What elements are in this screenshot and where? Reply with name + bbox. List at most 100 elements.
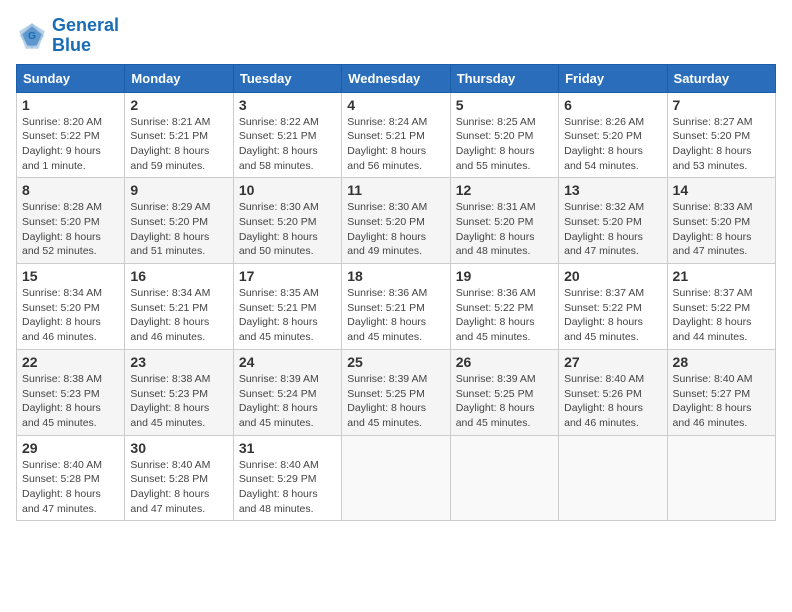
calendar-cell: 3 Sunrise: 8:22 AMSunset: 5:21 PMDaylight… bbox=[233, 92, 341, 178]
svg-text:G: G bbox=[28, 31, 36, 42]
day-info: Sunrise: 8:31 AMSunset: 5:20 PMDaylight:… bbox=[456, 200, 553, 259]
day-info: Sunrise: 8:40 AMSunset: 5:28 PMDaylight:… bbox=[130, 458, 227, 517]
calendar-cell: 26Sunrise: 8:39 AMSunset: 5:25 PMDayligh… bbox=[450, 349, 558, 435]
day-info: Sunrise: 8:30 AMSunset: 5:20 PMDaylight:… bbox=[239, 200, 336, 259]
day-number: 10 bbox=[239, 182, 336, 198]
day-info: Sunrise: 8:38 AMSunset: 5:23 PMDaylight:… bbox=[22, 372, 119, 431]
day-info: Sunrise: 8:36 AMSunset: 5:22 PMDaylight:… bbox=[456, 286, 553, 345]
day-number: 30 bbox=[130, 440, 227, 456]
day-number: 14 bbox=[673, 182, 770, 198]
day-info: Sunrise: 8:27 AMSunset: 5:20 PMDaylight:… bbox=[673, 115, 770, 174]
calendar-cell: 14 Sunrise: 8:33 AMSunset: 5:20 PMDayligh… bbox=[667, 178, 775, 264]
day-info: Sunrise: 8:40 AMSunset: 5:28 PMDaylight:… bbox=[22, 458, 119, 517]
calendar-cell: 21Sunrise: 8:37 AMSunset: 5:22 PMDayligh… bbox=[667, 264, 775, 350]
calendar-cell: 17 Sunrise: 8:35 AMSunset: 5:21 PMDayligh… bbox=[233, 264, 341, 350]
day-info: Sunrise: 8:37 AMSunset: 5:22 PMDaylight:… bbox=[564, 286, 661, 345]
day-number: 22 bbox=[22, 354, 119, 370]
calendar-cell: 29 Sunrise: 8:40 AMSunset: 5:28 PMDayligh… bbox=[17, 435, 125, 521]
calendar-cell: 1Sunrise: 8:20 AMSunset: 5:22 PMDaylight… bbox=[17, 92, 125, 178]
day-number: 31 bbox=[239, 440, 336, 456]
day-info: Sunrise: 8:40 AMSunset: 5:26 PMDaylight:… bbox=[564, 372, 661, 431]
day-number: 7 bbox=[673, 97, 770, 113]
day-number: 16 bbox=[130, 268, 227, 284]
day-number: 18 bbox=[347, 268, 444, 284]
day-info: Sunrise: 8:34 AMSunset: 5:20 PMDaylight:… bbox=[22, 286, 119, 345]
day-info: Sunrise: 8:30 AMSunset: 5:20 PMDaylight:… bbox=[347, 200, 444, 259]
day-info: Sunrise: 8:39 AMSunset: 5:25 PMDaylight:… bbox=[456, 372, 553, 431]
day-info: Sunrise: 8:39 AMSunset: 5:25 PMDaylight:… bbox=[347, 372, 444, 431]
day-number: 29 bbox=[22, 440, 119, 456]
calendar-table: SundayMondayTuesdayWednesdayThursdayFrid… bbox=[16, 64, 776, 522]
calendar-cell: 8 Sunrise: 8:28 AMSunset: 5:20 PMDaylight… bbox=[17, 178, 125, 264]
day-info: Sunrise: 8:32 AMSunset: 5:20 PMDaylight:… bbox=[564, 200, 661, 259]
logo: G General Blue bbox=[16, 16, 119, 56]
calendar-cell: 27 Sunrise: 8:40 AMSunset: 5:26 PMDayligh… bbox=[559, 349, 667, 435]
day-number: 20 bbox=[564, 268, 661, 284]
day-number: 28 bbox=[673, 354, 770, 370]
day-number: 4 bbox=[347, 97, 444, 113]
calendar-cell: 13 Sunrise: 8:32 AMSunset: 5:20 PMDayligh… bbox=[559, 178, 667, 264]
calendar-week-row: 1Sunrise: 8:20 AMSunset: 5:22 PMDaylight… bbox=[17, 92, 776, 178]
calendar-cell: 2 Sunrise: 8:21 AMSunset: 5:21 PMDaylight… bbox=[125, 92, 233, 178]
day-info: Sunrise: 8:33 AMSunset: 5:20 PMDaylight:… bbox=[673, 200, 770, 259]
calendar-cell: 25 Sunrise: 8:39 AMSunset: 5:25 PMDayligh… bbox=[342, 349, 450, 435]
calendar-cell: 28Sunrise: 8:40 AMSunset: 5:27 PMDayligh… bbox=[667, 349, 775, 435]
logo-icon: G bbox=[16, 20, 48, 52]
day-number: 9 bbox=[130, 182, 227, 198]
day-number: 6 bbox=[564, 97, 661, 113]
day-number: 11 bbox=[347, 182, 444, 198]
day-info: Sunrise: 8:28 AMSunset: 5:20 PMDaylight:… bbox=[22, 200, 119, 259]
header-day-saturday: Saturday bbox=[667, 64, 775, 92]
day-number: 19 bbox=[456, 268, 553, 284]
calendar-cell bbox=[559, 435, 667, 521]
day-info: Sunrise: 8:26 AMSunset: 5:20 PMDaylight:… bbox=[564, 115, 661, 174]
day-number: 8 bbox=[22, 182, 119, 198]
header-day-thursday: Thursday bbox=[450, 64, 558, 92]
calendar-cell: 7 Sunrise: 8:27 AMSunset: 5:20 PMDaylight… bbox=[667, 92, 775, 178]
header-day-wednesday: Wednesday bbox=[342, 64, 450, 92]
day-info: Sunrise: 8:22 AMSunset: 5:21 PMDaylight:… bbox=[239, 115, 336, 174]
calendar-cell bbox=[342, 435, 450, 521]
calendar-cell: 6 Sunrise: 8:26 AMSunset: 5:20 PMDaylight… bbox=[559, 92, 667, 178]
page-header: G General Blue bbox=[16, 16, 776, 56]
day-number: 24 bbox=[239, 354, 336, 370]
calendar-cell: 22 Sunrise: 8:38 AMSunset: 5:23 PMDayligh… bbox=[17, 349, 125, 435]
header-day-sunday: Sunday bbox=[17, 64, 125, 92]
calendar-cell bbox=[450, 435, 558, 521]
calendar-cell: 9 Sunrise: 8:29 AMSunset: 5:20 PMDaylight… bbox=[125, 178, 233, 264]
calendar-cell: 18 Sunrise: 8:36 AMSunset: 5:21 PMDayligh… bbox=[342, 264, 450, 350]
calendar-cell bbox=[667, 435, 775, 521]
header-day-tuesday: Tuesday bbox=[233, 64, 341, 92]
calendar-cell: 23Sunrise: 8:38 AMSunset: 5:23 PMDayligh… bbox=[125, 349, 233, 435]
calendar-week-row: 8 Sunrise: 8:28 AMSunset: 5:20 PMDaylight… bbox=[17, 178, 776, 264]
calendar-cell: 12 Sunrise: 8:31 AMSunset: 5:20 PMDayligh… bbox=[450, 178, 558, 264]
day-number: 15 bbox=[22, 268, 119, 284]
day-info: Sunrise: 8:37 AMSunset: 5:22 PMDaylight:… bbox=[673, 286, 770, 345]
day-info: Sunrise: 8:35 AMSunset: 5:21 PMDaylight:… bbox=[239, 286, 336, 345]
day-number: 2 bbox=[130, 97, 227, 113]
days-header-row: SundayMondayTuesdayWednesdayThursdayFrid… bbox=[17, 64, 776, 92]
day-number: 12 bbox=[456, 182, 553, 198]
day-number: 17 bbox=[239, 268, 336, 284]
day-number: 3 bbox=[239, 97, 336, 113]
day-number: 25 bbox=[347, 354, 444, 370]
calendar-week-row: 29 Sunrise: 8:40 AMSunset: 5:28 PMDayligh… bbox=[17, 435, 776, 521]
day-number: 5 bbox=[456, 97, 553, 113]
calendar-cell: 10 Sunrise: 8:30 AMSunset: 5:20 PMDayligh… bbox=[233, 178, 341, 264]
calendar-cell: 15 Sunrise: 8:34 AMSunset: 5:20 PMDayligh… bbox=[17, 264, 125, 350]
day-number: 27 bbox=[564, 354, 661, 370]
calendar-cell: 19 Sunrise: 8:36 AMSunset: 5:22 PMDayligh… bbox=[450, 264, 558, 350]
day-info: Sunrise: 8:24 AMSunset: 5:21 PMDaylight:… bbox=[347, 115, 444, 174]
calendar-cell: 20 Sunrise: 8:37 AMSunset: 5:22 PMDayligh… bbox=[559, 264, 667, 350]
day-number: 1 bbox=[22, 97, 119, 113]
calendar-cell: 16Sunrise: 8:34 AMSunset: 5:21 PMDayligh… bbox=[125, 264, 233, 350]
calendar-cell: 4 Sunrise: 8:24 AMSunset: 5:21 PMDaylight… bbox=[342, 92, 450, 178]
calendar-week-row: 15 Sunrise: 8:34 AMSunset: 5:20 PMDayligh… bbox=[17, 264, 776, 350]
calendar-cell: 5Sunrise: 8:25 AMSunset: 5:20 PMDaylight… bbox=[450, 92, 558, 178]
day-number: 23 bbox=[130, 354, 227, 370]
day-info: Sunrise: 8:29 AMSunset: 5:20 PMDaylight:… bbox=[130, 200, 227, 259]
day-number: 13 bbox=[564, 182, 661, 198]
calendar-cell: 31Sunrise: 8:40 AMSunset: 5:29 PMDayligh… bbox=[233, 435, 341, 521]
day-info: Sunrise: 8:36 AMSunset: 5:21 PMDaylight:… bbox=[347, 286, 444, 345]
day-info: Sunrise: 8:21 AMSunset: 5:21 PMDaylight:… bbox=[130, 115, 227, 174]
